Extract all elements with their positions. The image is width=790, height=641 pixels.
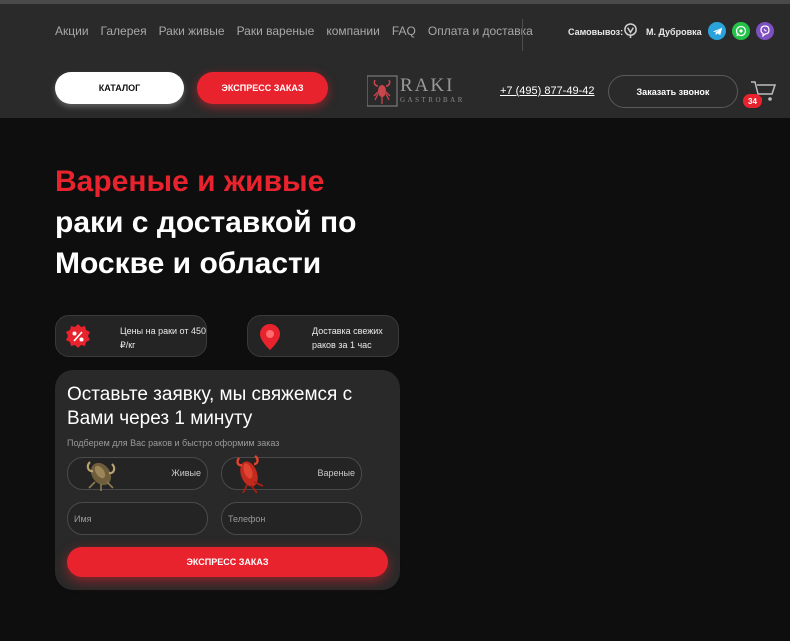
option-boiled-label: Вареные <box>317 468 355 478</box>
express-order-header-button[interactable]: ЭКСПРЕСС ЗАКАЗ <box>197 72 328 104</box>
telegram-icon[interactable] <box>708 22 726 40</box>
main-nav: Акции Галерея Раки живые Раки вареные ко… <box>55 24 545 38</box>
express-order-submit-button[interactable]: ЭКСПРЕСС ЗАКАЗ <box>67 547 388 577</box>
metro-pin-icon <box>624 23 637 38</box>
phone-link[interactable]: +7 (495) 877-49-42 <box>500 85 594 97</box>
form-title: Оставьте заявку, мы свяжемся с Вами чере… <box>67 384 353 429</box>
logo-subtitle: GASTROBAR <box>400 96 465 104</box>
cart-count-badge: 34 <box>743 94 762 108</box>
hero-title: Вареные и живые раки с доставкой по Моск… <box>55 161 415 284</box>
feature-delivery-text: Доставка свежих раков за 1 час <box>312 326 383 350</box>
nav-item-gallery[interactable]: Галерея <box>101 24 147 38</box>
whatsapp-icon[interactable] <box>732 22 750 40</box>
nav-item-company[interactable]: компании <box>326 24 380 38</box>
nav-item-live-crayfish[interactable]: Раки живые <box>159 24 225 38</box>
live-crayfish-image <box>86 461 116 491</box>
option-live-label: Живые <box>171 468 201 478</box>
phone-input[interactable] <box>221 502 362 535</box>
pickup-label: Самовывоз: <box>568 27 624 37</box>
viber-icon[interactable] <box>756 22 774 40</box>
boiled-crayfish-image <box>236 455 264 494</box>
nav-item-boiled-crayfish[interactable]: Раки вареные <box>237 24 315 38</box>
nav-item-payment-delivery[interactable]: Оплата и доставка <box>428 24 533 38</box>
request-call-button[interactable]: Заказать звонок <box>608 75 738 108</box>
feature-price-text: Цены на раки от 450 ₽/кг <box>120 326 207 350</box>
catalog-button[interactable]: КАТАЛОГ <box>55 72 184 104</box>
hero-title-accent: Вареные и живые <box>55 165 325 198</box>
percent-badge-icon <box>66 324 90 348</box>
nav-item-promotions[interactable]: Акции <box>55 24 89 38</box>
feature-delivery: Доставка свежих раков за 1 час <box>247 315 399 357</box>
order-request-form: Оставьте заявку, мы свяжемся с Вами чере… <box>55 370 400 590</box>
location-pin-icon <box>260 324 280 350</box>
feature-price: Цены на раки от 450 ₽/кг <box>55 315 207 357</box>
hero-title-main: раки с доставкой по Москве и области <box>55 206 357 280</box>
header-divider <box>522 19 523 51</box>
logo-wordmark: RAKI <box>400 75 455 96</box>
form-subtitle: Подберем для Вас раков и быстро оформим … <box>67 438 280 448</box>
option-live-crayfish[interactable]: Живые <box>67 457 208 491</box>
option-boiled-crayfish[interactable]: Вареные <box>221 455 362 494</box>
name-input[interactable] <box>67 502 208 535</box>
metro-station[interactable]: М. Дубровка <box>646 27 702 37</box>
site-header: Акции Галерея Раки живые Раки вареные ко… <box>0 4 790 118</box>
nav-item-faq[interactable]: FAQ <box>392 24 416 38</box>
